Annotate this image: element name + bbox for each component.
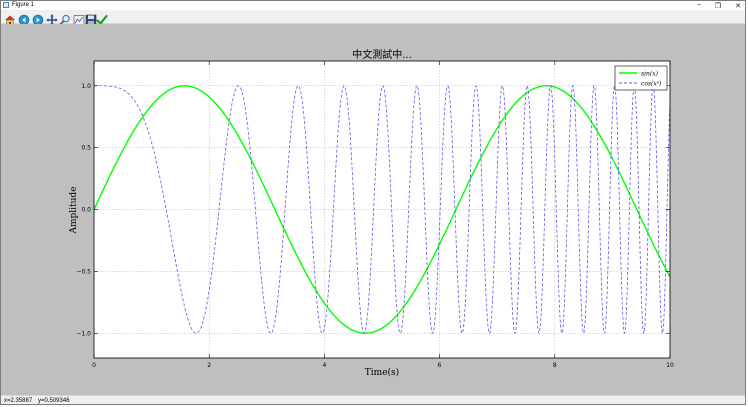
navigation-toolbar bbox=[1, 10, 745, 26]
legend: sin(x) cos(x²) bbox=[614, 65, 668, 91]
x-tick-label: 2 bbox=[207, 362, 211, 369]
cursor-y-readout: y=0.509346 bbox=[38, 398, 70, 404]
back-button[interactable] bbox=[18, 11, 30, 26]
line-chart: 中文測試中... 0 2 4 6 8 10 1.0 0.5 0.0 −0.5 −1.0 Time(s… bbox=[69, 48, 674, 378]
minimize-button[interactable]: − bbox=[692, 1, 706, 10]
legend-label-cos: cos(x²) bbox=[641, 81, 662, 88]
chart-title: 中文測試中... bbox=[352, 48, 412, 61]
figure-window: Figure 1 − ❐ ✕ 中文測試中... 0 2 4 6 8 10 1.0… bbox=[0, 0, 746, 405]
figure-canvas[interactable]: 中文測試中... 0 2 4 6 8 10 1.0 0.5 0.0 −0.5 −1.0 Time(s… bbox=[1, 24, 745, 395]
x-tick-label: 8 bbox=[553, 362, 557, 369]
y-tick-label: 0.5 bbox=[81, 145, 91, 152]
forward-button[interactable] bbox=[32, 11, 44, 26]
maximize-button[interactable]: ❐ bbox=[711, 1, 725, 10]
window-title: Figure 1 bbox=[12, 2, 35, 8]
title-bar: Figure 1 − ❐ ✕ bbox=[1, 1, 745, 10]
home-button[interactable] bbox=[4, 11, 16, 26]
pan-button[interactable] bbox=[46, 11, 58, 26]
x-tick-label: 10 bbox=[666, 362, 674, 369]
figure-app-icon bbox=[3, 2, 9, 8]
edit-parameters-button[interactable] bbox=[96, 11, 108, 26]
y-tick-label: 1.0 bbox=[81, 83, 91, 90]
configure-subplots-button[interactable] bbox=[73, 11, 85, 25]
legend-label-sin: sin(x) bbox=[641, 71, 659, 78]
x-tick-label: 4 bbox=[322, 362, 326, 369]
y-tick-label: 0.0 bbox=[81, 207, 91, 214]
close-button[interactable]: ✕ bbox=[731, 1, 745, 10]
y-axis-label: Amplitude bbox=[69, 186, 79, 234]
cursor-x-readout: x=2.35887 bbox=[4, 398, 33, 404]
x-axis-label: Time(s) bbox=[365, 367, 399, 378]
x-tick-label: 0 bbox=[92, 362, 96, 369]
status-bar: x=2.35887 y=0.509346 bbox=[1, 395, 745, 404]
x-tick-label: 6 bbox=[438, 362, 442, 369]
zoom-button[interactable] bbox=[59, 11, 71, 26]
y-tick-label: −1.0 bbox=[76, 330, 91, 337]
y-tick-label: −0.5 bbox=[76, 268, 91, 275]
